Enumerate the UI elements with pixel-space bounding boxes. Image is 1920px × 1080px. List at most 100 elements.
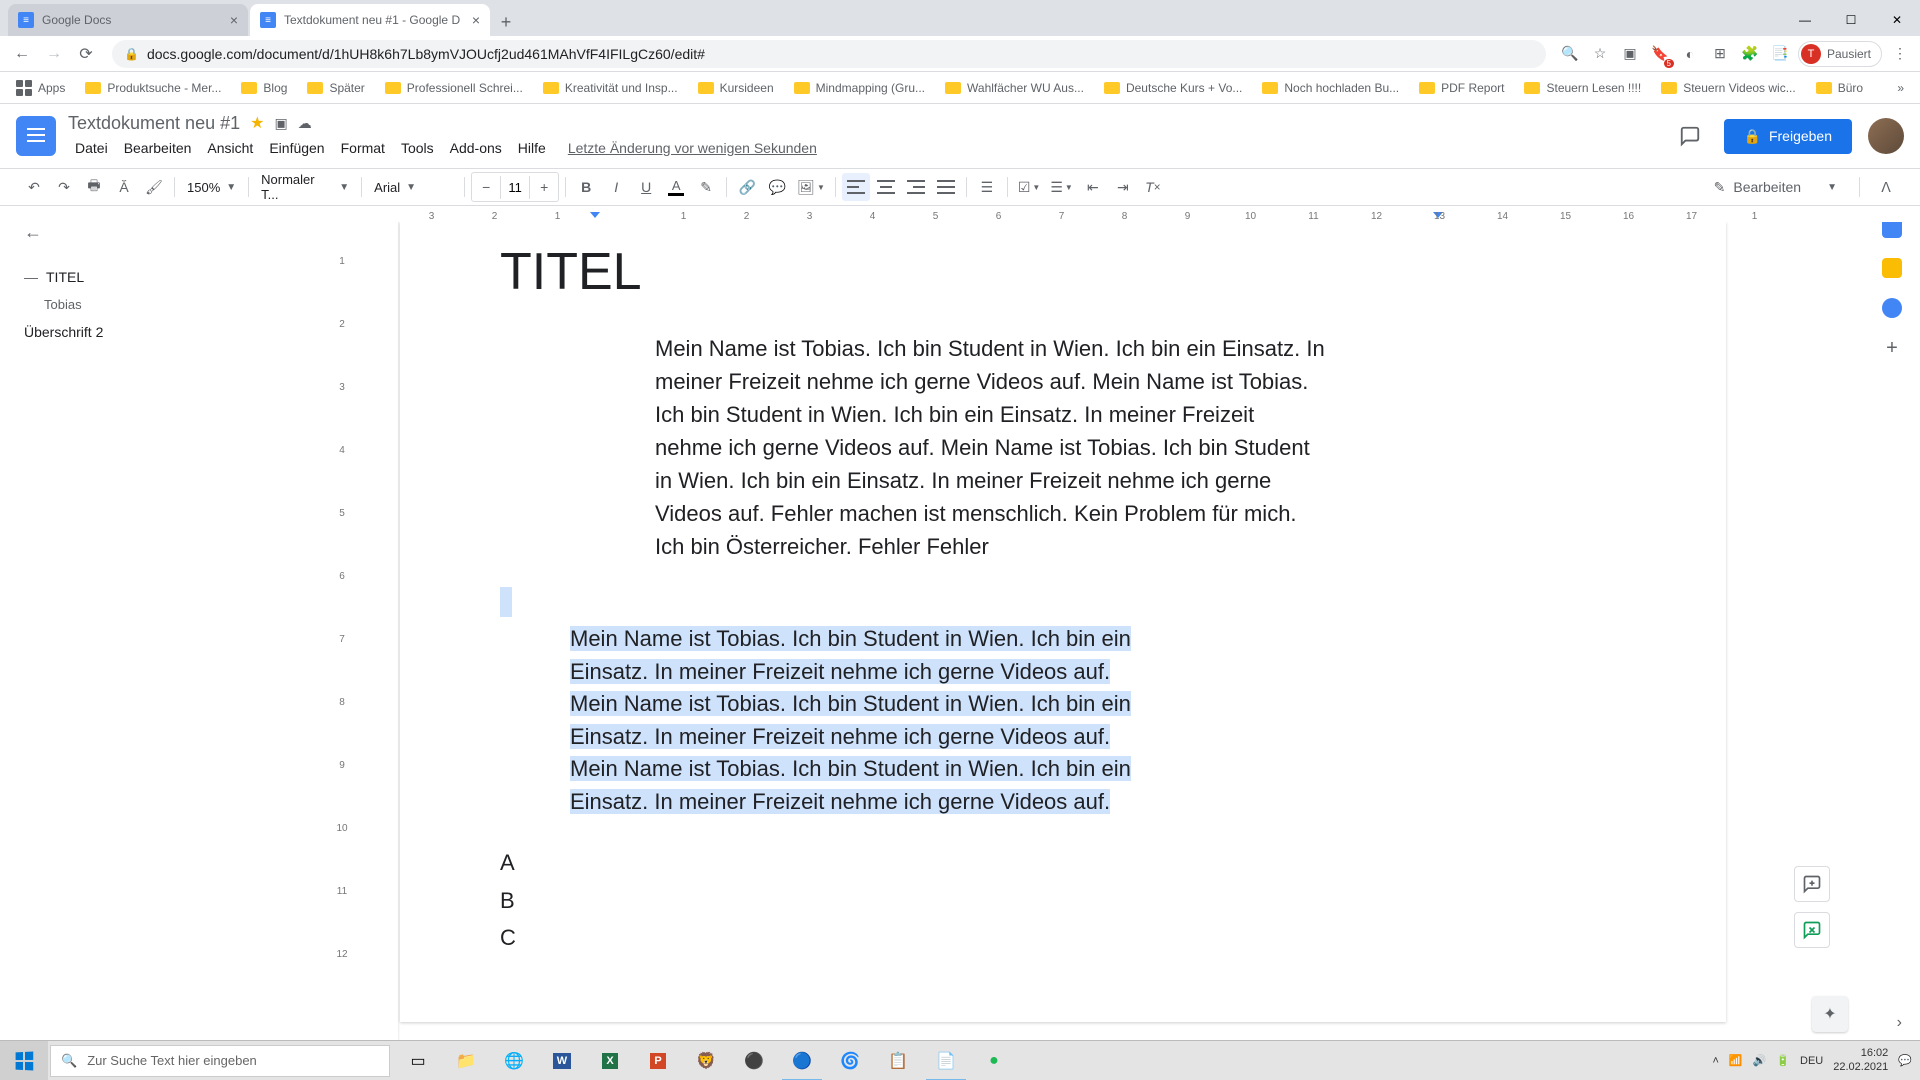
indent-increase-button[interactable]: ⇥ [1109,173,1137,201]
paint-format-button[interactable]: 🖌 [140,173,168,201]
explore-button[interactable]: ✦ [1812,996,1848,1032]
add-addon-button[interactable]: + [1882,338,1902,358]
apps-icon[interactable]: ⊞ [1708,42,1732,66]
qr-icon[interactable]: ▣ [1618,42,1642,66]
list-item[interactable]: B [500,882,1626,919]
extensions-icon[interactable]: 🧩 [1738,42,1762,66]
bookmark-item[interactable]: Kreativität und Insp... [535,77,686,99]
document-title[interactable]: Textdokument neu #1 [68,113,240,134]
bookmark-item[interactable]: Steuern Lesen !!!! [1516,77,1649,99]
reading-list-icon[interactable]: 📑 [1768,42,1792,66]
docs-logo[interactable] [16,116,56,156]
new-tab-button[interactable]: + [492,8,520,36]
bookmark-item[interactable]: Büro [1808,77,1871,99]
close-window-button[interactable]: ✕ [1874,4,1920,36]
list-item[interactable]: A [500,844,1626,881]
bookmarks-overflow[interactable]: » [1889,77,1912,99]
task-view-button[interactable]: ▭ [394,1041,442,1080]
align-right-button[interactable] [902,173,930,201]
account-avatar[interactable] [1868,118,1904,154]
bookmark-item[interactable]: Wahlfächer WU Aus... [937,77,1092,99]
edge-alt-icon[interactable]: 🌀 [826,1041,874,1080]
text-color-button[interactable]: A [662,173,690,201]
left-indent-marker[interactable] [590,212,600,218]
menu-icon[interactable]: ⋮ [1888,42,1912,66]
bookmark-item[interactable]: Noch hochladen Bu... [1254,77,1407,99]
menu-format[interactable]: Format [334,136,392,160]
bulleted-list-button[interactable]: ☰▼ [1046,173,1076,201]
reload-button[interactable]: ⟳ [72,40,100,68]
apps-button[interactable]: Apps [8,76,73,100]
styles-select[interactable]: Normaler T...▼ [255,172,355,202]
comments-history-button[interactable] [1672,118,1708,154]
extension-icon[interactable]: 🔖5 [1648,42,1672,66]
document-scroll-area[interactable]: 3 2 1 1 2 3 4 5 6 7 8 9 10 11 12 13 14 1… [330,206,1920,1040]
browser-tab-active[interactable]: ≡ Textdokument neu #1 - Google D × [250,4,490,36]
list-item[interactable]: C [500,919,1626,956]
back-button[interactable]: ← [8,40,36,68]
align-justify-button[interactable] [932,173,960,201]
star-icon[interactable]: ★ [250,113,264,133]
last-edit-link[interactable]: Letzte Änderung vor wenigen Sekunden [561,136,824,160]
menu-ansicht[interactable]: Ansicht [200,136,260,160]
brave-icon[interactable]: 🦁 [682,1041,730,1080]
zoom-select[interactable]: 150%▼ [181,180,242,195]
menu-einfuegen[interactable]: Einfügen [262,136,331,160]
spotify-icon[interactable]: ● [970,1041,1018,1080]
heading-title[interactable]: TITEL [500,242,1626,302]
insert-link-button[interactable]: 🔗 [733,173,761,201]
editing-mode-button[interactable]: ✎ Bearbeiten ▼ [1704,175,1847,200]
zoom-icon[interactable]: 🔍 [1558,42,1582,66]
clock[interactable]: 16:02 22.02.2021 [1833,1047,1888,1073]
forward-button[interactable]: → [40,40,68,68]
volume-icon[interactable]: 🔊 [1753,1054,1767,1067]
bookmark-item[interactable]: Mindmapping (Gru... [786,77,933,99]
print-button[interactable]: 🖶 [80,173,108,201]
profile-button[interactable]: T Pausiert [1798,41,1882,67]
list-block[interactable]: A B C [500,844,1626,956]
cloud-status-icon[interactable]: ☁ [298,115,312,132]
browser-tab[interactable]: ≡ Google Docs × [8,4,248,36]
checklist-button[interactable]: ☑▼ [1014,173,1044,201]
outline-item[interactable]: Überschrift 2 [24,318,306,346]
chrome-icon[interactable]: 🔵 [778,1041,826,1080]
extension-icon[interactable]: ◐ [1678,42,1702,66]
battery-icon[interactable]: 🔋 [1776,1054,1790,1067]
bookmark-item[interactable]: Produktsuche - Mer... [77,77,229,99]
bookmark-item[interactable]: Kursideen [690,77,782,99]
move-icon[interactable]: ▣ [274,115,287,132]
redo-button[interactable]: ↷ [50,173,78,201]
bookmark-item[interactable]: PDF Report [1411,77,1512,99]
close-icon[interactable]: × [472,12,480,28]
menu-bearbeiten[interactable]: Bearbeiten [117,136,199,160]
outline-item[interactable]: —TITEL [24,263,306,291]
bookmark-item[interactable]: Später [299,77,372,99]
align-left-button[interactable] [842,173,870,201]
taskbar-search[interactable]: 🔍 Zur Suche Text hier eingeben [50,1045,390,1077]
horizontal-ruler[interactable]: 3 2 1 1 2 3 4 5 6 7 8 9 10 11 12 13 14 1… [330,206,1920,222]
paragraph-2-selected[interactable]: Mein Name ist Tobias. Ich bin Student in… [570,623,1135,818]
hide-menus-button[interactable]: ᐱ [1872,173,1900,201]
share-button[interactable]: 🔒 Freigeben [1724,119,1852,154]
start-button[interactable] [0,1041,48,1080]
font-select[interactable]: Arial▼ [368,180,458,195]
notifications-icon[interactable]: 💬 [1898,1054,1912,1067]
language-indicator[interactable]: DEU [1800,1055,1823,1067]
font-size-decrease[interactable]: − [472,173,500,201]
menu-tools[interactable]: Tools [394,136,441,160]
menu-datei[interactable]: Datei [68,136,115,160]
tasks-addon-icon[interactable] [1882,298,1902,318]
keep-addon-icon[interactable] [1882,258,1902,278]
excel-icon[interactable]: X [586,1041,634,1080]
align-center-button[interactable] [872,173,900,201]
bookmark-item[interactable]: Steuern Videos wic... [1653,77,1804,99]
underline-button[interactable]: U [632,173,660,201]
font-size-input[interactable]: 11 [500,176,530,199]
spellcheck-button[interactable]: Ă [110,173,138,201]
bold-button[interactable]: B [572,173,600,201]
edge-icon[interactable]: 🌐 [490,1041,538,1080]
font-size-increase[interactable]: + [530,173,558,201]
document-page[interactable]: TITEL Mein Name ist Tobias. Ich bin Stud… [400,222,1726,1022]
word-icon[interactable]: W [538,1041,586,1080]
menu-addons[interactable]: Add-ons [443,136,509,160]
